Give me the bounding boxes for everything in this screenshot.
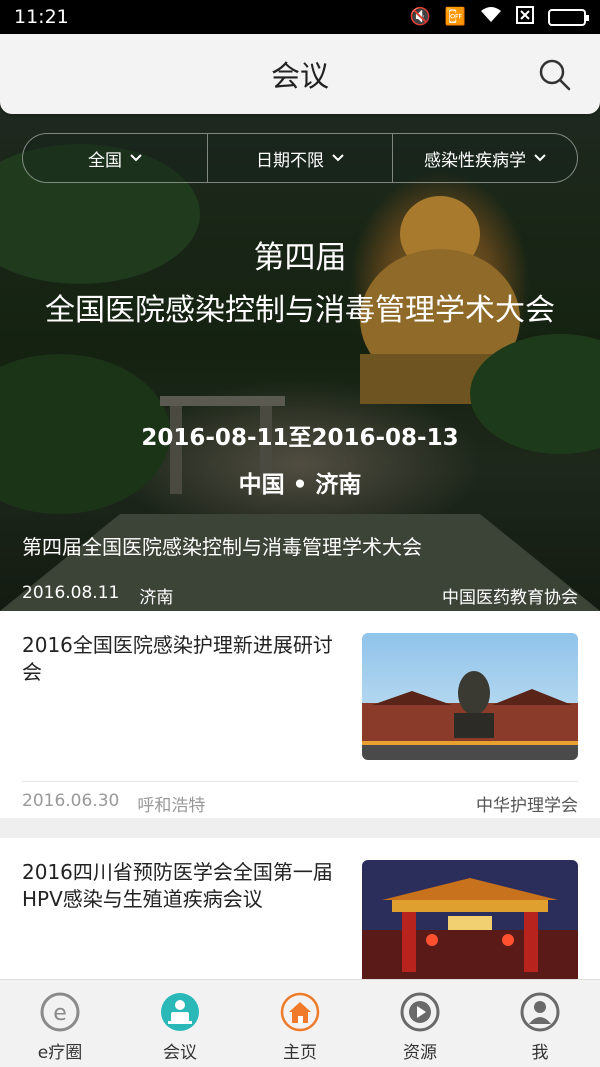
chevron-down-icon — [130, 150, 142, 166]
chevron-down-icon — [534, 150, 546, 166]
filter-region-label: 全国 — [88, 150, 122, 171]
filter-specialty[interactable]: 感染性疾病学 — [392, 134, 577, 182]
conference-card[interactable]: 2016全国医院感染护理新进展研讨会 2016.06.30 呼和浩特 中华护理学… — [0, 611, 600, 818]
conference-title: 2016四川省预防医学会全国第一届HPV感染与生殖道疾病会议 — [22, 860, 333, 911]
user-icon — [520, 992, 560, 1032]
conference-date: 2016.06.30 — [22, 791, 120, 811]
filter-region[interactable]: 全国 — [23, 134, 207, 182]
vibrate-off-icon: 📴 — [444, 7, 466, 27]
tab-label: 主页 — [283, 1043, 317, 1063]
conference-meta: 2016.06.30 呼和浩特 中华护理学会 — [22, 791, 578, 816]
tab-label: 会议 — [163, 1043, 197, 1063]
sim-disabled-icon — [516, 5, 534, 29]
conference-thumbnail — [362, 633, 578, 760]
divider — [22, 781, 578, 782]
e-circle-icon: e — [40, 992, 80, 1032]
tab-label: e疗圈 — [37, 1043, 83, 1063]
bottom-tab-bar: e e疗圈 会议 主页 资源 我 — [0, 979, 600, 1067]
tab-label: 资源 — [403, 1043, 437, 1063]
filter-bar: 全国 日期不限 感染性疾病学 — [22, 133, 578, 183]
app-header: 会议 — [0, 34, 600, 114]
tab-meeting[interactable]: 会议 — [120, 980, 240, 1067]
tab-home[interactable]: 主页 — [240, 980, 360, 1067]
conference-thumbnail — [362, 860, 578, 979]
meeting-icon — [160, 992, 200, 1032]
featured-date: 2016.08.11 — [22, 583, 120, 603]
conference-organizer: 中华护理学会 — [476, 796, 578, 816]
play-icon — [400, 992, 440, 1032]
featured-meta: 2016.08.11 济南 中国医药教育协会 — [22, 583, 578, 608]
conference-title: 2016全国医院感染护理新进展研讨会 — [22, 633, 333, 684]
featured-title[interactable]: 第四届全国医院感染控制与消毒管理学术大会 — [22, 531, 422, 560]
featured-organizer: 中国医药教育协会 — [442, 588, 578, 608]
chevron-down-icon — [332, 150, 344, 166]
status-time: 11:21 — [14, 6, 69, 28]
status-bar: 11:21 🔇 📴 — [0, 0, 600, 34]
banner-title: 第四届 全国医院感染控制与消毒管理学术大会 — [0, 232, 600, 329]
page-title: 会议 — [270, 59, 329, 93]
search-icon[interactable] — [538, 58, 572, 92]
battery-icon — [548, 8, 589, 26]
conference-city: 呼和浩特 — [137, 796, 206, 816]
tab-me[interactable]: 我 — [480, 980, 600, 1067]
tab-e-circle[interactable]: e e疗圈 — [0, 980, 120, 1067]
tab-resources[interactable]: 资源 — [360, 980, 480, 1067]
conference-card[interactable]: 2016四川省预防医学会全国第一届HPV感染与生殖道疾病会议 — [0, 838, 600, 979]
mute-icon: 🔇 — [409, 7, 431, 27]
home-icon — [280, 992, 320, 1032]
featured-city: 济南 — [139, 588, 174, 608]
banner-location: 中国 • 济南 — [238, 472, 362, 498]
filter-date-label: 日期不限 — [256, 150, 324, 171]
banner-title-line1: 第四届 — [253, 240, 347, 276]
banner-dates: 2016-08-11至2016-08-13 — [141, 425, 459, 451]
wifi-icon — [480, 6, 502, 28]
tab-label: 我 — [531, 1043, 549, 1063]
filter-date[interactable]: 日期不限 — [207, 134, 392, 182]
filter-specialty-label: 感染性疾病学 — [424, 150, 526, 171]
svg-text:e: e — [53, 1001, 67, 1026]
banner-title-line2: 全国医院感染控制与消毒管理学术大会 — [45, 293, 555, 328]
